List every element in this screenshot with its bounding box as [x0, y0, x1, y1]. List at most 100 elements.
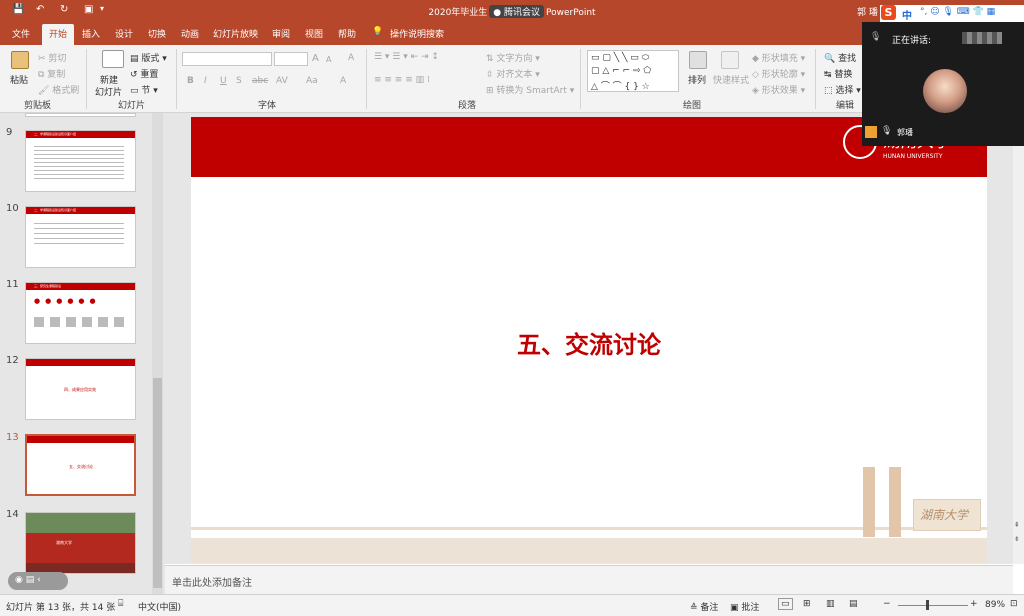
- reset-button[interactable]: ↺ 重置: [130, 67, 158, 80]
- tab-animations[interactable]: 动画: [181, 27, 199, 40]
- smartart-button[interactable]: ⊞ 转换为 SmartArt ▾: [486, 83, 574, 96]
- slideshow-view-icon[interactable]: ▤: [849, 599, 858, 609]
- ime-language[interactable]: 中: [902, 7, 912, 22]
- notes-pane[interactable]: 单击此处添加备注: [165, 565, 1013, 594]
- tab-home[interactable]: 开始: [42, 24, 75, 45]
- pillar-icon: [863, 467, 875, 537]
- new-slide-dropdown[interactable]: 幻灯片: [95, 85, 122, 98]
- meeting-control-icon[interactable]: ◉ ▤ ‹: [15, 575, 41, 585]
- tab-view[interactable]: 视图: [305, 27, 323, 40]
- sorter-view-icon[interactable]: ⊞: [803, 599, 811, 609]
- language-indicator[interactable]: 中文(中国): [138, 600, 181, 613]
- tab-review[interactable]: 审阅: [272, 27, 290, 40]
- section-button[interactable]: ▭ 节 ▾: [130, 83, 158, 96]
- blurred-name: [962, 32, 1002, 44]
- shape-row-icon: ▢ △ ⌐ ⌐ ⇨ ⬠: [591, 66, 652, 76]
- spellcheck-icon[interactable]: ⌸: [118, 599, 123, 609]
- meeting-video-window[interactable]: 🎙 正在讲话: 🎙 郭璠: [862, 22, 1024, 146]
- slide-canvas[interactable]: 湖南大学 HUNAN UNIVERSITY 五、交流讨论 湖南大学: [191, 117, 987, 563]
- clear-format-button[interactable]: A: [348, 53, 354, 63]
- select-button[interactable]: ⬚ 选择 ▾: [824, 83, 861, 96]
- format-painter-button[interactable]: 🖌 格式刷: [38, 83, 79, 96]
- slide-thumbnail-14[interactable]: 湖南大学: [25, 512, 136, 574]
- comments-toggle[interactable]: ▣ 批注: [730, 600, 759, 613]
- slide-title[interactable]: 五、交流讨论: [191, 325, 987, 360]
- scroll-down-icon[interactable]: ⇟: [1014, 535, 1020, 543]
- slide-counter: 幻灯片 第 13 张，共 14 张: [6, 603, 116, 613]
- editor-scrollbar[interactable]: ⇞ ⇟: [1013, 113, 1024, 564]
- speaker-name: 郭璠: [897, 128, 913, 137]
- change-case-button[interactable]: Aa: [306, 76, 318, 86]
- reading-view-icon[interactable]: ▥: [826, 599, 835, 609]
- tab-transitions[interactable]: 切换: [148, 27, 166, 40]
- notes-placeholder[interactable]: 单击此处添加备注: [172, 574, 252, 589]
- arrange-button[interactable]: 排列: [688, 73, 706, 86]
- font-size-combo[interactable]: [274, 52, 308, 66]
- slide-thumbnail-13[interactable]: 五、交流讨论: [25, 434, 136, 496]
- tab-file[interactable]: 文件: [12, 27, 30, 40]
- notes-toggle[interactable]: ≙ 备注: [690, 600, 718, 613]
- shrink-font-button[interactable]: A: [326, 55, 331, 64]
- tab-help[interactable]: 帮助: [338, 27, 356, 40]
- strikethrough-button[interactable]: abc: [252, 76, 268, 86]
- quick-styles-icon[interactable]: [721, 51, 739, 69]
- char-spacing-button[interactable]: AV: [276, 76, 288, 86]
- zoom-out-icon[interactable]: −: [883, 599, 891, 609]
- scroll-thumb[interactable]: [153, 378, 162, 588]
- shape-row-icon: ▭ ▢ ╲ ╲ ▭ ⬭: [591, 53, 650, 63]
- zoom-in-icon[interactable]: +: [970, 599, 978, 609]
- editing-group-label: 编辑: [836, 101, 855, 111]
- divider: [176, 49, 177, 109]
- user-name[interactable]: 郭 璠: [857, 5, 878, 18]
- bold-button[interactable]: B: [187, 76, 194, 86]
- mic-icon: 🎙: [870, 32, 882, 42]
- copy-button[interactable]: ⧉ 复制: [38, 67, 65, 80]
- shape-effects-button[interactable]: ◈ 形状效果 ▾: [752, 83, 805, 96]
- shadow-button[interactable]: S: [236, 76, 242, 86]
- tab-slideshow[interactable]: 幻灯片放映: [213, 27, 258, 40]
- font-color-button[interactable]: A: [340, 76, 346, 86]
- align-text-button[interactable]: ⇳ 对齐文本 ▾: [486, 67, 540, 80]
- pillar-icon: [889, 467, 901, 537]
- divider: [815, 49, 816, 109]
- slide-thumbnail-10[interactable]: 二、学课程建设建设知识面介绍: [25, 206, 136, 268]
- tell-me-search[interactable]: 操作说明搜索: [390, 27, 444, 40]
- tab-design[interactable]: 设计: [115, 27, 133, 40]
- bullets-button[interactable]: ☰ ▾ ☰ ▾ ⇤ ⇥ ↕: [374, 52, 439, 62]
- fit-slide-icon[interactable]: ⊡: [1010, 599, 1018, 609]
- cut-button[interactable]: ✂ 剪切: [38, 51, 66, 64]
- slide-number: 9: [6, 127, 13, 138]
- ime-tools-icon[interactable]: °, ☺ 🎙 ⌨ 👕 ▦: [920, 7, 995, 17]
- slide-thumbnail-11[interactable]: 三、研究生课程建设 ●●●●●●: [25, 282, 136, 344]
- slide-thumbnail-9[interactable]: 二、学课程建设建设知识面介绍: [25, 130, 136, 192]
- slide-thumbnail-pane[interactable]: 9 二、学课程建设建设知识面介绍 10 二、学课程建设建设知识面介绍 11 三、…: [0, 113, 165, 594]
- shape-outline-button[interactable]: ◇ 形状轮廓 ▾: [752, 67, 805, 80]
- replace-button[interactable]: ↹ 替换: [824, 67, 852, 80]
- thumbnail-scrollbar[interactable]: [152, 113, 163, 594]
- find-button[interactable]: 🔍 查找: [824, 51, 856, 64]
- tab-insert[interactable]: 插入: [82, 27, 100, 40]
- normal-view-icon[interactable]: ▭: [778, 598, 793, 610]
- new-slide-icon[interactable]: [102, 50, 124, 68]
- text-direction-button[interactable]: ⇅ 文字方向 ▾: [486, 51, 540, 64]
- quick-styles-button[interactable]: 快速样式: [713, 73, 749, 86]
- grow-font-button[interactable]: A: [312, 53, 319, 64]
- scroll-up-icon[interactable]: ⇞: [1014, 521, 1020, 529]
- align-buttons[interactable]: ≡ ≡ ≡ ≡ ▥ ⁞: [374, 75, 430, 85]
- sogou-ime-icon[interactable]: S: [881, 5, 896, 20]
- arrange-icon[interactable]: [689, 51, 707, 69]
- paste-button[interactable]: 粘贴: [10, 73, 28, 86]
- italic-button[interactable]: I: [204, 76, 207, 86]
- speaking-label: 正在讲话:: [892, 36, 932, 46]
- zoom-level[interactable]: 89%: [985, 600, 1005, 610]
- paste-icon[interactable]: [11, 51, 29, 69]
- font-name-combo[interactable]: [182, 52, 272, 66]
- zoom-slider[interactable]: [898, 605, 968, 606]
- meeting-mini-toolbar[interactable]: ◉ ▤ ‹: [8, 572, 68, 590]
- shapes-gallery[interactable]: ▭ ▢ ╲ ╲ ▭ ⬭ ▢ △ ⌐ ⌐ ⇨ ⬠ △ ⌒ ⌒ { } ☆: [587, 50, 679, 92]
- slide-thumbnail-12[interactable]: 四、成果应用实效: [25, 358, 136, 420]
- layout-button[interactable]: ▤ 版式 ▾: [130, 51, 167, 64]
- underline-button[interactable]: U: [220, 76, 227, 86]
- zoom-slider-thumb[interactable]: [926, 600, 929, 610]
- shape-fill-button[interactable]: ◆ 形状填充 ▾: [752, 51, 805, 64]
